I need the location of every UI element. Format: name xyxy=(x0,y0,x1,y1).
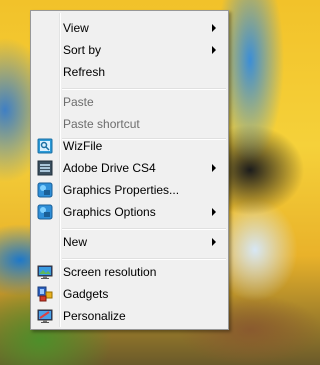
menu-item-gadgets[interactable]: Gadgets xyxy=(33,283,226,305)
menu-separator xyxy=(62,258,226,260)
submenu-arrow-icon xyxy=(212,164,216,172)
menu-item-adobe-drive[interactable]: Adobe Drive CS4 xyxy=(33,157,226,179)
menu-item-label: Screen resolution xyxy=(63,265,157,279)
menu-item-label: New xyxy=(63,235,88,249)
intel-graphics-icon xyxy=(37,182,53,198)
menu-item-new[interactable]: New xyxy=(33,231,226,253)
menu-item-paste-shortcut: Paste shortcut xyxy=(33,113,226,135)
menu-item-label: Sort by xyxy=(63,43,102,57)
gadgets-icon xyxy=(37,286,53,302)
menu-item-label: WizFile xyxy=(63,139,103,153)
menu-separator xyxy=(62,228,226,230)
submenu-arrow-icon xyxy=(212,46,216,54)
wizfile-icon xyxy=(37,138,53,154)
menu-item-refresh[interactable]: Refresh xyxy=(33,61,226,83)
menu-item-label: Paste xyxy=(63,95,94,109)
menu-item-view[interactable]: View xyxy=(33,17,226,39)
menu-item-screen-resolution[interactable]: Screen resolution xyxy=(33,261,226,283)
menu-item-label: Graphics Options xyxy=(63,205,156,219)
desktop-context-menu: View Sort by Refresh Paste Paste shortcu… xyxy=(30,10,229,330)
menu-separator xyxy=(62,88,226,90)
menu-item-label: Personalize xyxy=(63,309,126,323)
submenu-arrow-icon xyxy=(212,24,216,32)
menu-item-label: Graphics Properties... xyxy=(63,183,180,197)
menu-item-label: Adobe Drive CS4 xyxy=(63,161,156,175)
monitor-icon xyxy=(37,264,53,280)
menu-item-wizfile[interactable]: WizFile xyxy=(33,135,226,157)
intel-graphics-icon xyxy=(37,204,53,220)
menu-item-paste: Paste xyxy=(33,91,226,113)
menu-item-label: Refresh xyxy=(63,65,106,79)
personalize-icon xyxy=(37,308,53,324)
menu-item-graphics-options[interactable]: Graphics Options xyxy=(33,201,226,223)
menu-item-personalize[interactable]: Personalize xyxy=(33,305,226,327)
menu-item-label: Gadgets xyxy=(63,287,109,301)
adobe-drive-icon xyxy=(37,160,53,176)
submenu-arrow-icon xyxy=(212,208,216,216)
menu-item-label: View xyxy=(63,21,89,35)
menu-item-graphics-properties[interactable]: Graphics Properties... xyxy=(33,179,226,201)
submenu-arrow-icon xyxy=(212,238,216,246)
menu-item-sort-by[interactable]: Sort by xyxy=(33,39,226,61)
menu-item-label: Paste shortcut xyxy=(63,117,140,131)
